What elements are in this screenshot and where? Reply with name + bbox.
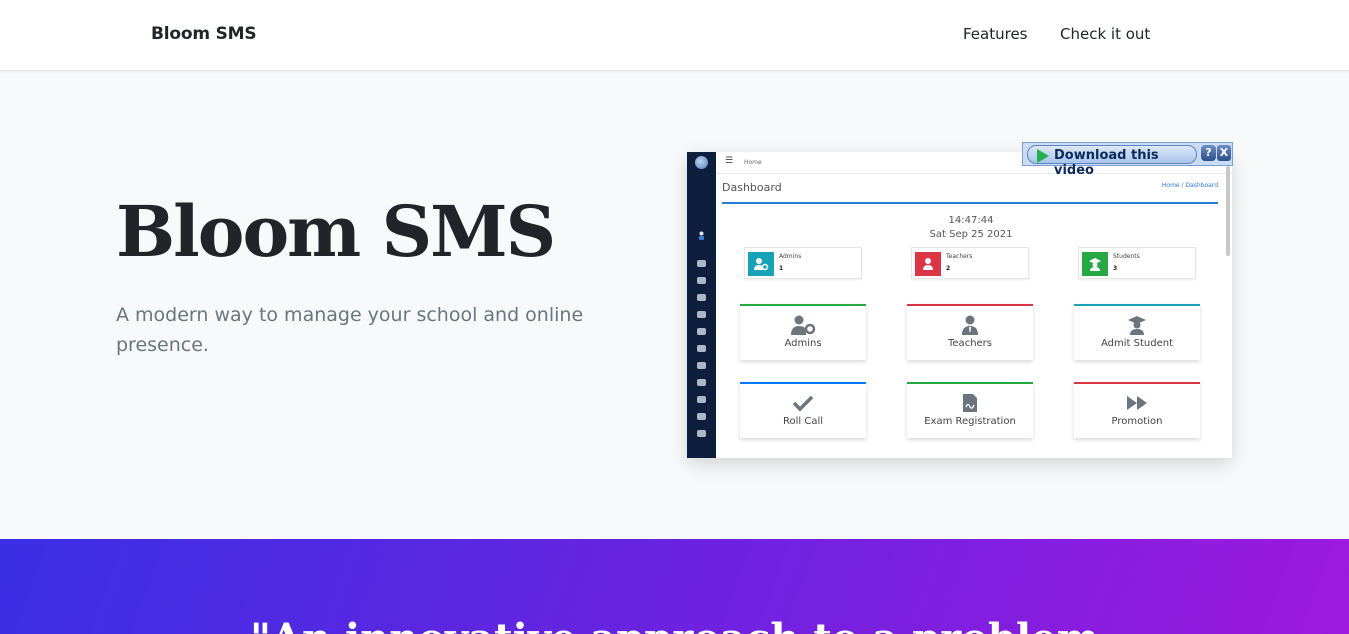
- stat-value: 1: [779, 265, 784, 272]
- card-promotion[interactable]: Promotion: [1074, 382, 1200, 438]
- settings-icon: [697, 413, 706, 420]
- graduate-icon: [1074, 315, 1200, 335]
- preview-date: Sat Sep 25 2021: [929, 229, 1013, 240]
- card-label: Exam Registration: [924, 416, 1016, 427]
- check-icon: [740, 393, 866, 413]
- card-label: Admins: [784, 338, 822, 349]
- user-check-icon: [697, 430, 706, 437]
- hamburger-icon: ☰: [725, 156, 734, 166]
- dashboard-preview-video[interactable]: ☰ Home Dashboard Home / Dashboard 14:47:…: [687, 152, 1232, 458]
- user-gear-icon: [748, 252, 774, 276]
- preview-clock: 14:47:44: [948, 215, 994, 226]
- card-label: Teachers: [948, 338, 992, 349]
- preview-home-link: Home: [744, 159, 762, 166]
- preview-sidebar: [687, 152, 716, 458]
- user-avatar-icon: [699, 231, 704, 240]
- card-label: Admit Student: [1101, 338, 1173, 349]
- stat-label: Students: [1113, 253, 1140, 260]
- lock-icon: [697, 396, 706, 403]
- download-video-bar: Download this video ? X: [1022, 142, 1233, 178]
- gear-icon: [697, 345, 706, 352]
- stat-teachers: Teachers 2: [911, 247, 1029, 279]
- quote-text: "An innovative approach to a problem: [0, 615, 1349, 634]
- card-label: Roll Call: [782, 416, 824, 427]
- close-icon[interactable]: X: [1217, 145, 1231, 161]
- top-navbar: Bloom SMS Features Check it out: [0, 0, 1349, 71]
- book-icon: [697, 328, 706, 335]
- file-signature-icon: [907, 393, 1033, 413]
- user-tie-icon: [915, 252, 941, 276]
- dashboard-icon: [697, 260, 706, 267]
- school-icon: [697, 311, 706, 318]
- card-label: Promotion: [1111, 416, 1163, 427]
- preview-scrollbar[interactable]: [1226, 166, 1230, 256]
- download-video-button[interactable]: Download this video: [1027, 145, 1197, 178]
- play-icon: [1037, 149, 1049, 163]
- chart-pie-icon: [697, 362, 706, 369]
- stat-value: 2: [946, 265, 951, 272]
- card-roll-call[interactable]: Roll Call: [740, 382, 866, 438]
- stat-students: Students 3: [1078, 247, 1196, 279]
- user-gear-icon: [740, 315, 866, 335]
- globe-logo-icon: [695, 156, 708, 169]
- card-admit-student[interactable]: Admit Student: [1074, 304, 1200, 360]
- user-tie-icon: [907, 315, 1033, 335]
- preview-breadcrumb: Home / Dashboard: [1161, 182, 1218, 189]
- nav-link-check-it-out[interactable]: Check it out: [1060, 25, 1150, 43]
- quote-section: "An innovative approach to a problem: [0, 539, 1349, 634]
- users-icon: [697, 277, 706, 284]
- card-teachers[interactable]: Teachers: [907, 304, 1033, 360]
- hero-title: Bloom SMS: [116, 190, 556, 273]
- stat-value: 3: [1113, 265, 1118, 272]
- stat-label: Teachers: [946, 253, 973, 260]
- stat-admins: Admins 1: [744, 247, 862, 279]
- forward-icon: [1074, 393, 1200, 413]
- graduate-icon: [1082, 252, 1108, 276]
- help-icon[interactable]: ?: [1201, 145, 1216, 161]
- stat-label: Admins: [779, 253, 802, 260]
- institution-icon: [697, 294, 706, 301]
- card-admins[interactable]: Admins: [740, 304, 866, 360]
- preview-divider: [722, 202, 1218, 204]
- download-video-label: Download this video: [1054, 148, 1159, 178]
- brand-logo[interactable]: Bloom SMS: [151, 24, 257, 44]
- preview-page-title: Dashboard: [722, 181, 782, 194]
- card-exam-registration[interactable]: Exam Registration: [907, 382, 1033, 438]
- nav-link-features[interactable]: Features: [963, 25, 1028, 43]
- forward-icon: [697, 379, 706, 386]
- hero-subtitle: A modern way to manage your school and o…: [116, 304, 584, 356]
